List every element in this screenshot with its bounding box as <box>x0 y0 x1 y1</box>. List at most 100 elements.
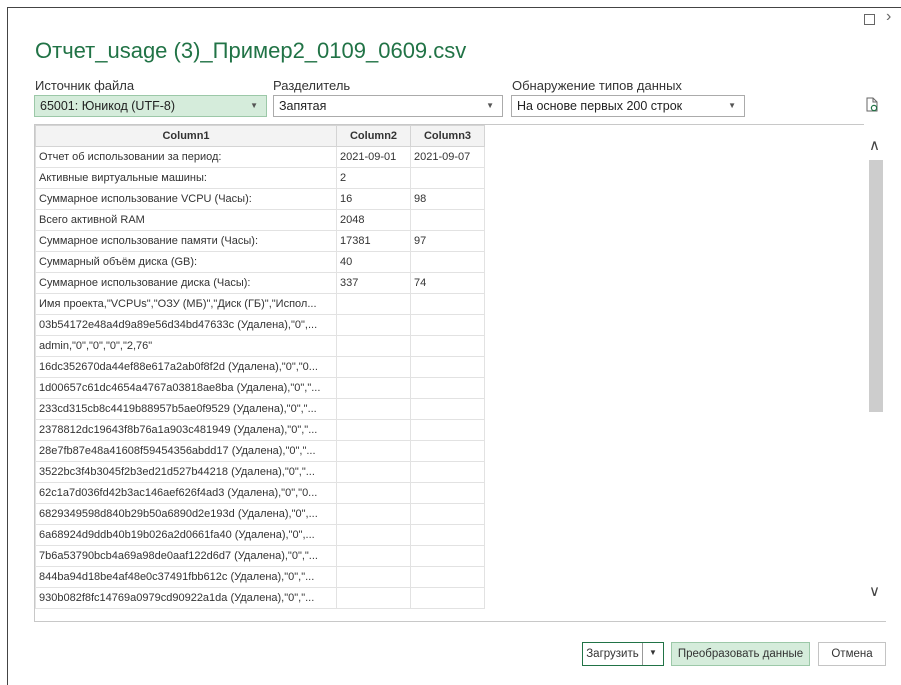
table-cell <box>336 440 411 462</box>
load-button[interactable]: Загрузить ▼ <box>582 642 664 666</box>
table-cell <box>410 587 485 609</box>
table-cell <box>410 356 485 378</box>
table-cell: Всего активной RAM <box>35 209 337 231</box>
table-cell <box>410 167 485 189</box>
column-header[interactable]: Column3 <box>410 125 485 147</box>
file-origin-value: 65001: Юникод (UTF-8) <box>40 99 176 113</box>
table-row: 844ba94d18be4af48e0c37491fbb612c (Удален… <box>35 566 485 588</box>
table-cell: 3522bc3f4b3045f2b3ed21d527b44218 (Удален… <box>35 461 337 483</box>
table-cell: 1d00657c61dc4654a4767a03818ae8ba (Удален… <box>35 377 337 399</box>
table-row: Суммарное использование VCPU (Часы): 16 98 <box>35 188 485 210</box>
table-cell: 6a68924d9ddb40b19b026a2d0661fa40 (Удален… <box>35 524 337 546</box>
maximize-icon[interactable] <box>864 14 875 25</box>
table-cell <box>336 398 411 420</box>
cancel-button[interactable]: Отмена <box>818 642 886 666</box>
table-cell: Суммарное использование памяти (Часы): <box>35 230 337 252</box>
table-cell: 6829349598d840b29b50a6890d2e193d (Удален… <box>35 503 337 525</box>
table-cell: 16dc352670da44ef88e617a2ab0f8f2d (Удален… <box>35 356 337 378</box>
table-row: 3522bc3f4b3045f2b3ed21d527b44218 (Удален… <box>35 461 485 483</box>
table-row: 03b54172e48a4d9a89e56d34bd47633c (Удален… <box>35 314 485 336</box>
vertical-scrollbar[interactable]: ∧ ∨ <box>864 124 886 621</box>
table-header-row: Column1 Column2 Column3 <box>35 125 485 147</box>
table-cell: 7b6a53790bcb4a69a98de0aaf122d6d7 (Удален… <box>35 545 337 567</box>
table-cell <box>410 335 485 357</box>
table-cell: 2378812dc19643f8b76a1a903c481949 (Удален… <box>35 419 337 441</box>
chevron-down-icon[interactable]: ▼ <box>645 642 661 664</box>
table-cell <box>410 293 485 315</box>
table-cell: Суммарное использование диска (Часы): <box>35 272 337 294</box>
table-row: admin,"0","0","0","2,76" <box>35 335 485 357</box>
table-cell <box>336 524 411 546</box>
file-origin-label: Источник файла <box>35 78 135 93</box>
table-row: Суммарный объём диска (GB): 40 <box>35 251 485 273</box>
table-cell <box>410 440 485 462</box>
table-cell <box>336 482 411 504</box>
table-cell <box>336 566 411 588</box>
table-cell <box>336 503 411 525</box>
table-row: Всего активной RAM 2048 <box>35 209 485 231</box>
table-cell <box>336 545 411 567</box>
table-row: Суммарное использование памяти (Часы): 17… <box>35 230 485 252</box>
table-cell <box>336 587 411 609</box>
type-detection-label: Обнаружение типов данных <box>512 78 682 93</box>
table-cell: 97 <box>410 230 485 252</box>
delimiter-dropdown[interactable]: Запятая ▼ <box>273 95 503 117</box>
type-detection-dropdown[interactable]: На основе первых 200 строк ▼ <box>511 95 745 117</box>
delimiter-value: Запятая <box>279 99 327 113</box>
table-cell <box>410 524 485 546</box>
table-cell: 2021-09-07 <box>410 146 485 168</box>
table-row: 930b082f8fc14769a0979cd90922a1da (Удален… <box>35 587 485 609</box>
table-cell <box>336 377 411 399</box>
table-cell <box>410 566 485 588</box>
table-row: 16dc352670da44ef88e617a2ab0f8f2d (Удален… <box>35 356 485 378</box>
table-cell: 62c1a7d036fd42b3ac146aef626f4ad3 (Удален… <box>35 482 337 504</box>
table-cell <box>336 461 411 483</box>
table-cell: 28e7fb87e48a41608f59454356abdd17 (Удален… <box>35 440 337 462</box>
table-cell: 2021-09-01 <box>336 146 411 168</box>
table-cell: 16 <box>336 188 411 210</box>
table-row: 7b6a53790bcb4a69a98de0aaf122d6d7 (Удален… <box>35 545 485 567</box>
table-cell: Имя проекта,"VCPUs","ОЗУ (МБ)","Диск (ГБ… <box>35 293 337 315</box>
scroll-thumb[interactable] <box>869 160 883 412</box>
column-header[interactable]: Column2 <box>336 125 411 147</box>
transform-data-button[interactable]: Преобразовать данные <box>671 642 810 666</box>
column-header[interactable]: Column1 <box>35 125 337 147</box>
load-button-label[interactable]: Загрузить <box>583 643 643 665</box>
chevron-up-icon[interactable]: ∧ <box>869 136 880 154</box>
table-cell: 233cd315cb8c4419b88957b5ae0f9529 (Удален… <box>35 398 337 420</box>
table-row: 28e7fb87e48a41608f59454356abdd17 (Удален… <box>35 440 485 462</box>
table-cell: 17381 <box>336 230 411 252</box>
chevron-down-icon[interactable]: ∨ <box>869 582 880 600</box>
table-row: 2378812dc19643f8b76a1a903c481949 (Удален… <box>35 419 485 441</box>
table-cell: Суммарный объём диска (GB): <box>35 251 337 273</box>
table-cell: Отчет об использовании за период: <box>35 146 337 168</box>
table-cell: 74 <box>410 272 485 294</box>
preview-table: Column1 Column2 Column3 Отчет об использ… <box>35 125 485 609</box>
table-row: Имя проекта,"VCPUs","ОЗУ (МБ)","Диск (ГБ… <box>35 293 485 315</box>
table-cell: 98 <box>410 188 485 210</box>
chevron-down-icon: ▼ <box>728 101 736 110</box>
delimiter-label: Разделитель <box>273 78 351 93</box>
table-row: 233cd315cb8c4419b88957b5ae0f9529 (Удален… <box>35 398 485 420</box>
chevron-down-icon: ▼ <box>486 101 494 110</box>
table-cell <box>410 419 485 441</box>
chevron-right-icon[interactable]: › <box>886 9 891 25</box>
refresh-icon[interactable] <box>866 97 878 112</box>
table-cell <box>336 356 411 378</box>
table-row: 62c1a7d036fd42b3ac146aef626f4ad3 (Удален… <box>35 482 485 504</box>
table-cell <box>410 545 485 567</box>
table-cell <box>336 293 411 315</box>
chevron-down-icon: ▼ <box>250 101 258 110</box>
table-cell <box>336 335 411 357</box>
table-row: Активные виртуальные машины: 2 <box>35 167 485 189</box>
table-cell <box>336 314 411 336</box>
table-cell: admin,"0","0","0","2,76" <box>35 335 337 357</box>
table-cell: 2 <box>336 167 411 189</box>
table-cell <box>336 419 411 441</box>
table-row: 6a68924d9ddb40b19b026a2d0661fa40 (Удален… <box>35 524 485 546</box>
table-cell <box>410 398 485 420</box>
table-cell <box>410 503 485 525</box>
table-cell: 03b54172e48a4d9a89e56d34bd47633c (Удален… <box>35 314 337 336</box>
preview-table-container: Column1 Column2 Column3 Отчет об использ… <box>34 124 886 622</box>
file-origin-dropdown[interactable]: 65001: Юникод (UTF-8) ▼ <box>34 95 267 117</box>
